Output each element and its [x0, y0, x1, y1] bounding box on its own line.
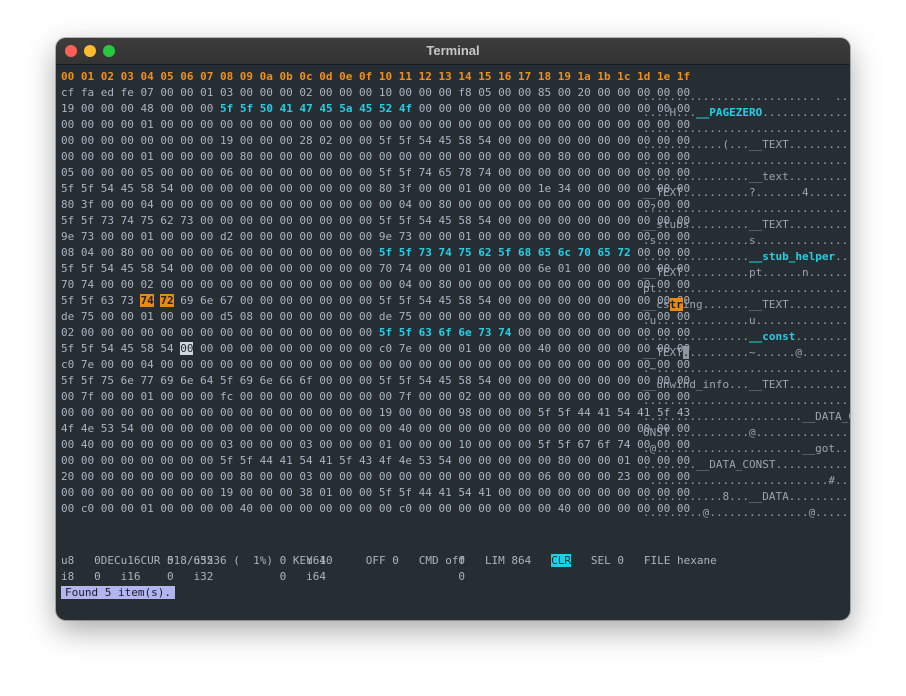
hex-row[interactable]: 5f 5f 63 73 74 72 69 6e 67 00 00 00 00 0…	[61, 293, 690, 309]
hex-row[interactable]: 5f 5f 75 6e 77 69 6e 64 5f 69 6e 66 6f 0…	[61, 373, 690, 389]
hex-row[interactable]: 19 00 00 00 48 00 00 00 5f 5f 50 41 47 4…	[61, 101, 690, 117]
i16-value: 0	[166, 570, 174, 583]
terminal-window: Terminal 00 01 02 03 04 05 06 07 08 09 0…	[56, 38, 850, 620]
search-result-message: Found 5 item(s).	[61, 586, 175, 599]
hex-row[interactable]: 00 40 00 00 00 00 00 00 03 00 00 00 03 0…	[61, 437, 690, 453]
hex-row[interactable]: 05 00 00 00 05 00 00 00 06 00 00 00 00 0…	[61, 165, 690, 181]
hex-row[interactable]: 00 00 00 00 00 00 00 00 19 00 00 00 38 0…	[61, 485, 690, 501]
unsigned-values-row: u8 0 u16 0 u32 0 u64 0	[61, 554, 466, 567]
u8-value: 0	[94, 554, 101, 567]
i32-value: 0	[279, 570, 287, 583]
u64-value: 0	[458, 554, 466, 567]
hex-row[interactable]: de 75 00 00 01 00 00 00 d5 08 00 00 00 0…	[61, 309, 690, 325]
hex-row[interactable]: 02 00 00 00 00 00 00 00 00 00 00 00 00 0…	[61, 325, 690, 341]
hex-row[interactable]: 00 00 00 00 01 00 00 00 00 00 00 00 00 0…	[61, 117, 690, 133]
limit-indicator: LIM 864	[484, 554, 532, 567]
ascii-row[interactable]: .........@...............@......	[643, 505, 850, 521]
hex-row[interactable]: 5f 5f 73 74 75 62 73 00 00 00 00 00 00 0…	[61, 213, 690, 229]
hex-row[interactable]: 5f 5f 54 45 58 54 00 00 00 00 00 00 00 0…	[61, 181, 690, 197]
u32-value: 0	[279, 554, 287, 567]
clr-badge: CLR	[551, 554, 572, 567]
hex-row[interactable]: 70 74 00 00 02 00 00 00 00 00 00 00 00 0…	[61, 277, 690, 293]
hex-row[interactable]: 00 00 00 00 01 00 00 00 00 80 00 00 00 0…	[61, 149, 690, 165]
hex-row[interactable]: 00 c0 00 00 01 00 00 00 00 40 00 00 00 0…	[61, 501, 690, 517]
selection-indicator: SEL 0	[590, 554, 625, 567]
hex-row[interactable]: 00 00 00 00 00 00 00 00 5f 5f 44 41 54 4…	[61, 453, 690, 469]
hex-row[interactable]: 20 00 00 00 00 00 00 00 00 80 00 00 03 0…	[61, 469, 690, 485]
hex-row[interactable]: 5f 5f 54 45 58 54 00 00 00 00 00 00 00 0…	[61, 341, 690, 357]
hex-row[interactable]: 80 3f 00 00 04 00 00 00 00 00 00 00 00 0…	[61, 197, 690, 213]
file-indicator: FILE hexane	[643, 554, 717, 567]
hex-row[interactable]: 08 04 00 80 00 00 00 00 06 00 00 00 00 0…	[61, 245, 690, 261]
hex-row[interactable]: 5f 5f 54 45 58 54 00 00 00 00 00 00 00 0…	[61, 261, 690, 277]
message-line: Found 5 item(s).	[61, 585, 175, 601]
title-bar: Terminal	[56, 38, 850, 65]
hex-row[interactable]: 4f 4e 53 54 00 00 00 00 00 00 00 00 00 0…	[61, 421, 690, 437]
hex-column-header: 00 01 02 03 04 05 06 07 08 09 0a 0b 0c 0…	[61, 70, 691, 83]
window-title: Terminal	[426, 43, 480, 58]
hex-row[interactable]: cf fa ed fe 07 00 00 01 03 00 00 00 02 0…	[61, 85, 690, 101]
hex-row[interactable]: c0 7e 00 00 04 00 00 00 00 00 00 00 00 0…	[61, 357, 690, 373]
i64-value: 0	[458, 570, 466, 583]
hex-row[interactable]: 00 00 00 00 00 00 00 00 19 00 00 00 28 0…	[61, 133, 690, 149]
hex-editor-view[interactable]: 00 01 02 03 04 05 06 07 08 09 0a 0b 0c 0…	[56, 65, 850, 620]
hex-row[interactable]: 00 00 00 00 00 00 00 00 00 00 00 00 00 0…	[61, 405, 690, 421]
signed-values-row: i8 0 i16 0 i32 0 i64 0	[61, 570, 466, 583]
hex-row[interactable]: 00 7f 00 00 01 00 00 00 fc 00 00 00 00 0…	[61, 389, 690, 405]
hex-row[interactable]: 9e 73 00 00 01 00 00 00 d2 00 00 00 00 0…	[61, 229, 690, 245]
u16-value: 0	[166, 554, 174, 567]
i8-value: 0	[94, 570, 101, 583]
